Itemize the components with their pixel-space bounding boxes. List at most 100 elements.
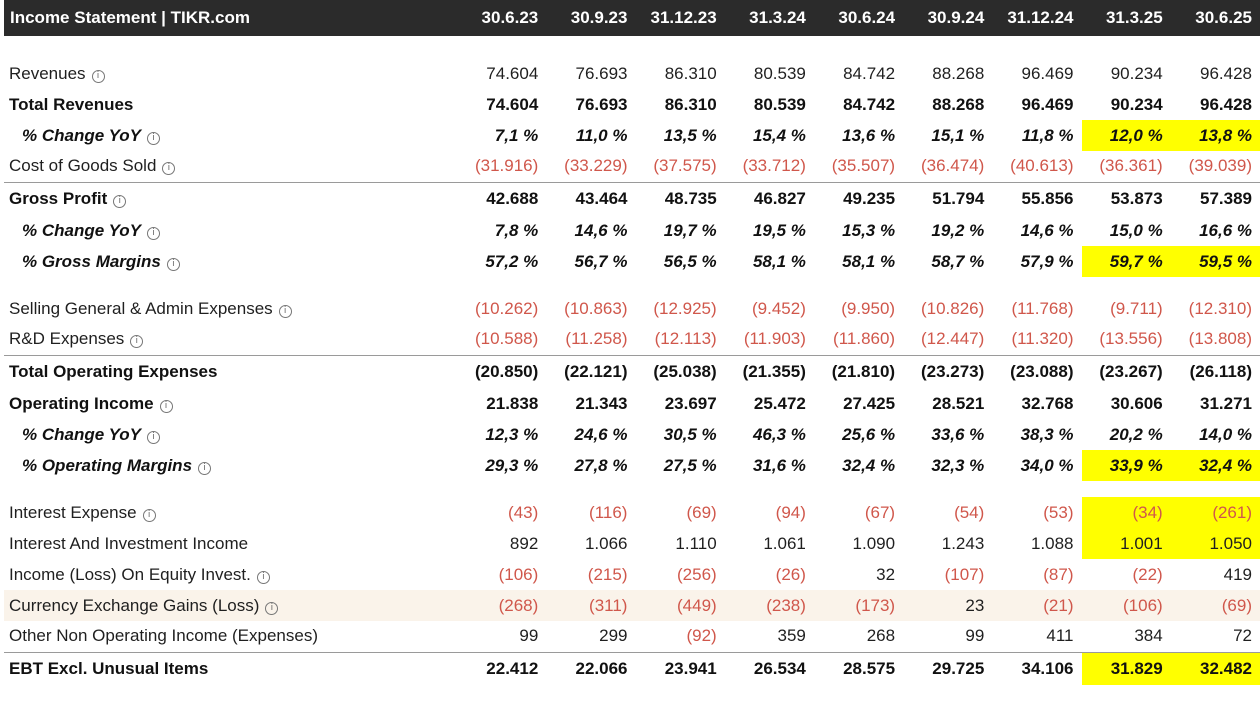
value-cell: (10.826) [920, 298, 985, 318]
info-icon[interactable]: i [256, 570, 270, 584]
period-header[interactable]: 30.9.24 [903, 0, 992, 36]
value-cell: (40.613) [1010, 156, 1074, 176]
value-cell: 46.827 [724, 181, 814, 215]
row-label: Total Revenues [4, 89, 457, 120]
row-label: Interest And Investment Income [4, 528, 457, 559]
value-cell: 57.389 [1170, 181, 1260, 215]
table-row[interactable]: Other Non Operating Income (Expenses) 99 2… [4, 621, 1260, 652]
value-cell: 1.088 [1030, 533, 1074, 553]
value-cell: (12.447) [920, 329, 985, 349]
info-icon[interactable]: i [113, 194, 127, 208]
table-row[interactable]: Interest Expense i (43) (116) (69) (94) (67) (5… [4, 497, 1260, 528]
value-cell: (23.273) [903, 354, 993, 388]
value-cell: 21.343 [575, 393, 628, 413]
value-cell: (215) [587, 564, 628, 584]
period-header[interactable]: 31.12.23 [635, 0, 724, 36]
value-cell: 32 [876, 564, 896, 584]
info-icon[interactable]: i [147, 131, 161, 145]
value-cell: 74.604 [486, 94, 539, 114]
header-row: Income Statement | TIKR.com 30.6.23 30.9… [4, 0, 1260, 36]
value-cell: (261) [1170, 497, 1260, 528]
value-cell: (256) [677, 564, 717, 584]
info-icon[interactable]: i [159, 399, 173, 413]
table-row[interactable]: Interest And Investment Income 892 1.066 1.… [4, 528, 1260, 559]
spacer-row [4, 277, 1260, 293]
value-cell: 32.482 [1170, 651, 1260, 685]
table-row[interactable]: R&D Expenses i (10.588) (11.258) (12.113) (11… [4, 324, 1260, 355]
value-cell: 19,2 % [931, 220, 985, 240]
period-header[interactable]: 30.9.23 [546, 0, 635, 36]
value-cell: 27,5 % [663, 455, 717, 475]
table-row[interactable]: Total Operating Expenses (20.850) (22.121)… [4, 354, 1260, 388]
row-label: % Gross Margins i [4, 246, 457, 277]
value-cell: 14,6 % [574, 220, 628, 240]
table-row[interactable]: % Operating Margins i 29,3 % 27,8 % 27,5 % 31… [4, 450, 1260, 481]
period-header[interactable]: 30.6.24 [814, 0, 903, 36]
value-cell: 1.061 [763, 533, 806, 553]
table-row[interactable]: Currency Exchange Gains (Loss) i (268) (311… [4, 590, 1260, 621]
value-cell: 1.050 [1170, 528, 1260, 559]
value-cell: (23.088) [992, 354, 1082, 388]
info-icon[interactable]: i [147, 430, 161, 444]
value-cell: (36.361) [1099, 156, 1163, 176]
info-icon[interactable]: i [278, 304, 292, 318]
value-cell: (21.810) [813, 354, 904, 388]
value-cell: (12.925) [653, 298, 717, 318]
period-header[interactable]: 30.6.25 [1171, 0, 1260, 36]
value-cell: (33.229) [564, 156, 628, 176]
table-row[interactable]: % Change YoY i 12,3 % 24,6 % 30,5 % 46,3 % 25,… [4, 419, 1260, 450]
row-label: Interest Expense i [4, 497, 457, 528]
period-header[interactable]: 31.3.25 [1082, 0, 1171, 36]
period-header[interactable]: 31.3.24 [725, 0, 814, 36]
info-icon[interactable]: i [265, 601, 279, 615]
value-cell: (12.310) [1188, 298, 1252, 318]
table-row[interactable]: Revenues i 74.604 76.693 86.310 80.539 84.742 8… [4, 58, 1260, 89]
table-row[interactable]: % Change YoY i 7,8 % 14,6 % 19,7 % 19,5 % 15,3… [4, 215, 1260, 246]
table-row[interactable]: Gross Profit i 42.688 43.464 48.735 46.827 49.… [4, 181, 1260, 215]
table-row[interactable]: Income (Loss) On Equity Invest. i (106) (21… [4, 559, 1260, 590]
info-icon[interactable]: i [198, 461, 212, 475]
value-cell: 34.106 [992, 651, 1082, 685]
info-icon[interactable]: i [91, 69, 105, 83]
info-icon[interactable]: i [162, 162, 176, 176]
value-cell: 96.469 [1021, 63, 1074, 83]
period-header[interactable]: 31.12.24 [992, 0, 1081, 36]
value-cell: 58,1 % [842, 251, 896, 271]
value-cell: 22.412 [457, 651, 547, 685]
info-icon[interactable]: i [166, 257, 180, 271]
value-cell: 49.235 [813, 181, 904, 215]
table-row[interactable]: Cost of Goods Sold i (31.916) (33.229) (37.5… [4, 151, 1260, 182]
table-row[interactable]: % Gross Margins i 57,2 % 56,7 % 56,5 % 58,1 %… [4, 246, 1260, 277]
value-cell: 32,4 % [1170, 450, 1260, 481]
value-cell: 384 [1134, 626, 1163, 646]
value-cell: 419 [1223, 564, 1252, 584]
value-cell: (11.258) [565, 329, 628, 349]
row-label: Currency Exchange Gains (Loss) i [4, 590, 458, 621]
table-row[interactable]: Operating Income i 21.838 21.343 23.697 25.47… [4, 388, 1260, 419]
info-icon[interactable]: i [147, 226, 161, 240]
value-cell: 58,7 % [931, 251, 985, 271]
period-header[interactable]: 30.6.23 [457, 0, 546, 36]
info-icon[interactable]: i [142, 508, 156, 522]
table-row[interactable]: % Change YoY i 7,1 % 11,0 % 13,5 % 15,4 % 13,6… [4, 120, 1260, 151]
table-row[interactable]: Total Revenues 74.604 76.693 86.310 80.539 84… [4, 89, 1260, 120]
value-cell: 20,2 % [1109, 424, 1163, 444]
table-row[interactable]: EBT Excl. Unusual Items 22.412 22.066 23.94… [4, 651, 1260, 685]
row-label: Other Non Operating Income (Expenses) [4, 621, 457, 652]
value-cell: (53) [1043, 502, 1074, 522]
value-cell: (9.950) [841, 298, 896, 318]
spacer-row [4, 481, 1260, 497]
info-icon[interactable]: i [130, 335, 144, 349]
table-row[interactable]: Selling General & Admin Expenses i (10.262… [4, 293, 1260, 324]
value-cell: 15,4 % [752, 125, 806, 145]
value-cell: 411 [1046, 626, 1074, 646]
row-label: Operating Income i [4, 388, 457, 419]
value-cell: 32,4 % [842, 455, 896, 475]
value-cell: 7,8 % [494, 220, 539, 240]
value-cell: 299 [599, 626, 628, 646]
value-cell: 11,8 % [1021, 125, 1074, 145]
value-cell: 51.794 [903, 181, 993, 215]
value-cell: 13,8 % [1170, 120, 1260, 151]
value-cell: (10.863) [564, 298, 628, 318]
value-cell: (11.860) [833, 329, 896, 349]
